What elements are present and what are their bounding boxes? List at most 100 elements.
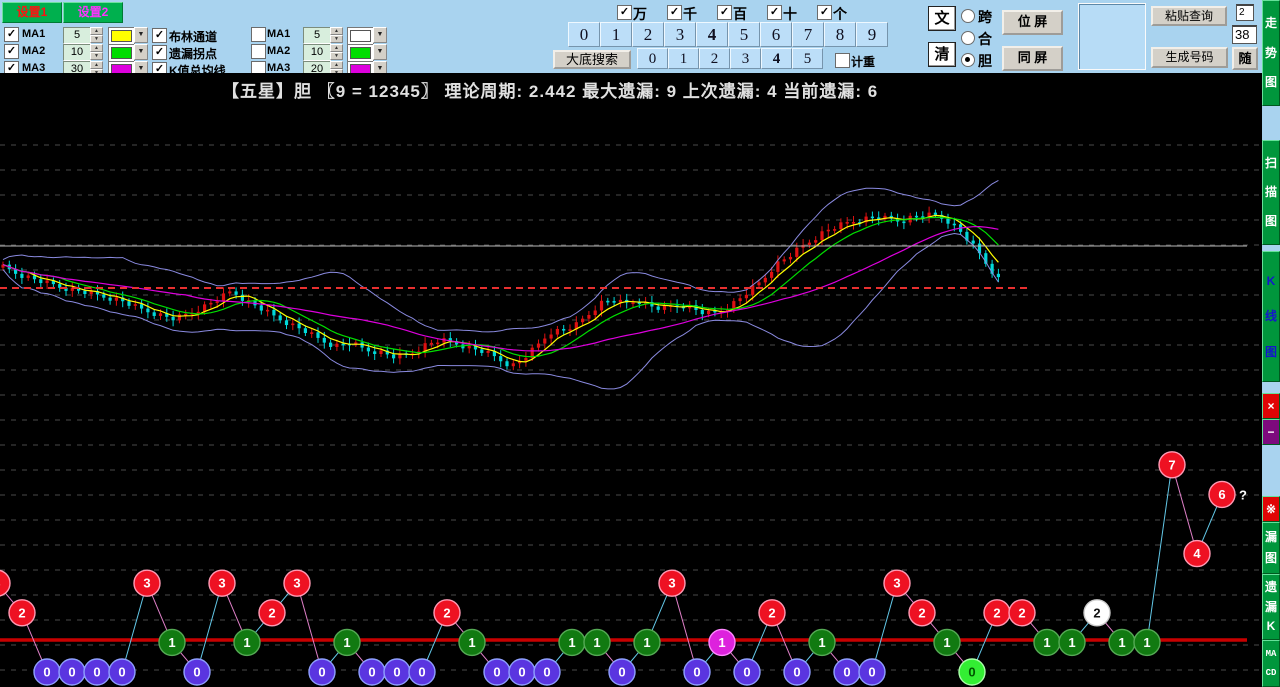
ma-period-input-MA2[interactable]: 10 [63,44,91,61]
position-label-万: 万 [633,4,647,24]
sidebar-label-char: 图 [1265,76,1277,89]
ma-settings-group-2: MA15▲▼▼MA210▲▼▼MA320▲▼▼ [251,27,391,79]
digit-button-row2-2[interactable]: 2 [699,48,730,69]
ma-color-dropdown-icon-MA1[interactable]: ▼ [134,27,148,43]
ma-color-dropdown-icon-MA1[interactable]: ▼ [373,27,387,43]
ma-checkbox-MA1[interactable]: ✓ [4,27,19,42]
option-checkbox-遗漏拐点[interactable]: ✓ [152,45,167,60]
ma-color-dropdown-icon-MA2[interactable]: ▼ [134,44,148,60]
digit-button-row2-4[interactable]: 4 [761,48,792,69]
digit-button-6[interactable]: 6 [760,22,792,47]
ma-period-stepper-MA2[interactable]: ▲▼ [90,44,103,61]
radio-胆[interactable] [961,53,975,67]
position-checkbox-千[interactable]: ✓ [667,5,682,20]
digit-button-5[interactable]: 5 [728,22,760,47]
digit-button-7[interactable]: 7 [792,22,824,47]
qing-button[interactable]: 清 [928,42,956,67]
digit-button-9[interactable]: 9 [856,22,888,47]
svg-text:0: 0 [93,665,100,680]
ma-color-swatch-MA2[interactable] [108,44,135,62]
tab-settings-2[interactable]: 设置2 [63,2,123,23]
ma-color-swatch-MA2[interactable] [347,44,374,62]
sidebar-button-scan-chart[interactable]: 扫描图 [1262,140,1280,245]
sui-random-button[interactable]: 随 [1232,47,1258,70]
sidebar-label-char: 线 [1265,310,1277,323]
omission-chart: 3200003103123010002100011013010201003210… [0,452,1247,685]
stepper-up-icon[interactable]: ▲ [90,44,103,52]
position-checkbox-十[interactable]: ✓ [767,5,782,20]
sidebar-button-miss-chart[interactable]: 漏图 [1262,522,1280,574]
tongping-button[interactable]: 同 屏 [1002,46,1063,71]
radio-label-合: 合 [978,29,992,49]
ma-period-input-MA1[interactable]: 5 [63,27,91,44]
position-label-千: 千 [683,4,697,24]
digit-button-3[interactable]: 3 [664,22,696,47]
stepper-up-icon[interactable]: ▲ [330,61,343,69]
kline-and-omission-chart[interactable]: 3200003103123010002100011013010201003210… [0,73,1262,687]
ma-period-stepper-MA1[interactable]: ▲▼ [90,27,103,44]
digit-button-0[interactable]: 0 [568,22,600,47]
digit-button-2[interactable]: 2 [632,22,664,47]
stepper-up-icon[interactable]: ▲ [90,61,103,69]
paste-query-button[interactable]: 粘贴查询 [1151,6,1227,26]
svg-text:0: 0 [68,665,75,680]
ma-period-stepper-MA1[interactable]: ▲▼ [330,27,343,44]
ma-color-swatch-MA1[interactable] [347,27,374,45]
ma-color-swatch-MA1[interactable] [108,27,135,45]
sidebar-button-marker[interactable]: ※ [1262,496,1280,522]
stepper-down-icon[interactable]: ▼ [330,35,343,43]
sidebar-button-kline-chart[interactable]: K线图 [1262,251,1280,382]
sidebar-button-close[interactable]: × [1262,393,1280,419]
position-checkbox-万[interactable]: ✓ [617,5,632,20]
ma-color-dropdown-icon-MA2[interactable]: ▼ [373,44,387,60]
ma-checkbox-MA2[interactable]: ✓ [4,44,19,59]
digit-button-8[interactable]: 8 [824,22,856,47]
digit-button-1[interactable]: 1 [600,22,632,47]
sidebar-button-miss-k[interactable]: 遗漏K [1262,574,1280,640]
digit-button-row2-0[interactable]: 0 [637,48,668,69]
radio-合[interactable] [961,31,975,45]
ma-period-input-MA2[interactable]: 10 [303,44,331,61]
ma-checkbox-MA1[interactable] [251,27,266,42]
svg-text:0: 0 [418,665,425,680]
number-listbox[interactable] [1078,3,1146,70]
ma-period-input-MA1[interactable]: 5 [303,27,331,44]
radio-跨[interactable] [961,9,975,23]
stepper-down-icon[interactable]: ▼ [90,52,103,60]
big-base-search-button[interactable]: 大底搜索 [553,50,631,69]
digit-button-4[interactable]: 4 [696,22,728,47]
svg-text:0: 0 [968,665,975,680]
tab-settings-1[interactable]: 设置1 [2,2,62,23]
generate-numbers-button[interactable]: 生成号码 [1151,47,1228,68]
digit-button-row2-3[interactable]: 3 [730,48,761,69]
count-input[interactable]: 38 [1232,25,1257,44]
svg-text:1: 1 [343,635,350,650]
period-input-small[interactable]: 2 [1236,4,1254,21]
svg-text:0: 0 [543,665,550,680]
stepper-down-icon[interactable]: ▼ [90,35,103,43]
svg-text:0: 0 [743,665,750,680]
option-checkbox-布林通道[interactable]: ✓ [152,28,167,43]
position-checkbox-百[interactable]: ✓ [717,5,732,20]
sidebar-label-char: 走 [1265,17,1277,30]
jizhong-checkbox[interactable] [835,53,850,68]
sidebar-button-macd[interactable]: MACD [1262,640,1280,687]
sidebar-button-trend-chart[interactable]: 走势图 [1262,0,1280,106]
stepper-up-icon[interactable]: ▲ [330,44,343,52]
sidebar-button-minimize[interactable]: − [1262,419,1280,445]
weiping-button[interactable]: 位 屏 [1002,10,1063,35]
ma-settings-group-1: ✓MA15▲▼▼✓MA210▲▼▼✓MA330▲▼▼ [4,27,150,79]
position-checkbox-个[interactable]: ✓ [817,5,832,20]
svg-text:1: 1 [718,635,725,650]
sidebar-label-char: × [1267,400,1274,413]
wen-button[interactable]: 文 [928,6,956,31]
digit-button-row2-5[interactable]: 5 [792,48,823,69]
digit-button-row2-1[interactable]: 1 [668,48,699,69]
stepper-up-icon[interactable]: ▲ [90,27,103,35]
ma-checkbox-MA2[interactable] [251,44,266,59]
stepper-down-icon[interactable]: ▼ [330,52,343,60]
ma-period-stepper-MA2[interactable]: ▲▼ [330,44,343,61]
svg-text:0: 0 [793,665,800,680]
svg-text:1: 1 [243,635,250,650]
stepper-up-icon[interactable]: ▲ [330,27,343,35]
